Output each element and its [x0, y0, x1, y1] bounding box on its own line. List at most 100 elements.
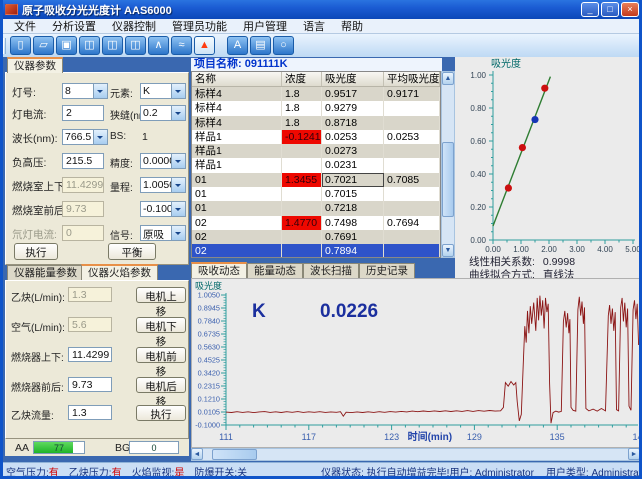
- chevron-down-icon[interactable]: [171, 226, 185, 240]
- svg-text:0.20: 0.20: [470, 203, 486, 212]
- results-table[interactable]: 名称浓度吸光度平均吸光度标样41.80.95170.9171标样41.80.92…: [191, 71, 441, 258]
- lamp-energy-icon: ◫: [107, 39, 117, 51]
- table-row[interactable]: 样品10.0273: [192, 144, 440, 158]
- lamp-current-field[interactable]: 2: [62, 105, 104, 121]
- table-vertical-scrollbar[interactable]: ▲ ▼: [441, 71, 455, 258]
- minimize-icon[interactable]: _: [581, 2, 599, 17]
- toolbar-new-file-button[interactable]: ▯: [10, 36, 31, 55]
- wavelength-combo[interactable]: 766.5: [62, 129, 108, 145]
- table-row[interactable]: 011.34550.70210.7085: [192, 173, 440, 187]
- tab-dynamics-0[interactable]: 吸收动态: [191, 262, 247, 278]
- slit-value: 0.2: [141, 106, 171, 120]
- column-header[interactable]: 名称: [192, 72, 282, 86]
- chevron-down-icon[interactable]: [93, 84, 107, 98]
- table-row[interactable]: 样品1-0.12410.02530.0253: [192, 130, 440, 144]
- chevron-down-icon[interactable]: [171, 202, 185, 216]
- range-combo[interactable]: 1.0050: [140, 177, 186, 193]
- menu-item[interactable]: 分析设置: [44, 18, 104, 34]
- save-icon: ▣: [61, 39, 71, 51]
- chevron-down-icon[interactable]: [171, 84, 185, 98]
- motor-back-button[interactable]: 电机后移: [136, 377, 186, 393]
- zero-offset-combo[interactable]: -0.1000: [140, 201, 186, 217]
- toolbar-printer-button[interactable]: ▤: [250, 36, 271, 55]
- table-row[interactable]: 标样41.80.95170.9171: [192, 87, 440, 101]
- menu-item[interactable]: 文件: [6, 18, 44, 34]
- toolbar-open-file-button[interactable]: ▱: [33, 36, 54, 55]
- scroll-up-icon[interactable]: ▲: [442, 72, 454, 85]
- execute-flame-button[interactable]: 执行: [136, 405, 186, 421]
- close-icon[interactable]: ×: [621, 2, 639, 17]
- signal-mode-value: 原吸: [141, 226, 171, 240]
- execute-button[interactable]: 执行: [14, 243, 58, 260]
- acetylene-flow-field[interactable]: 1.3: [68, 405, 112, 420]
- scroll-left-icon[interactable]: ◄: [191, 448, 203, 460]
- menu-item[interactable]: 语言: [295, 18, 333, 34]
- chevron-down-icon[interactable]: [171, 178, 185, 192]
- chevron-down-icon[interactable]: [171, 154, 185, 168]
- toolbar-lamp-energy-button[interactable]: ◫: [102, 36, 123, 55]
- chevron-down-icon[interactable]: [93, 130, 107, 144]
- svg-text:0.0226: 0.0226: [320, 301, 378, 322]
- tab-instrument-params[interactable]: 仪器参数: [7, 57, 63, 73]
- menu-item[interactable]: 仪器控制: [104, 18, 164, 34]
- menu-item[interactable]: 帮助: [333, 18, 371, 34]
- table-row[interactable]: 021.47700.74980.7694: [192, 216, 440, 230]
- table-row[interactable]: 020.7894: [192, 244, 440, 258]
- svg-text:0.00: 0.00: [485, 245, 501, 253]
- element-combo[interactable]: K: [140, 83, 186, 99]
- table-row[interactable]: 010.7218: [192, 201, 440, 215]
- table-row[interactable]: 标样41.80.8718: [192, 116, 440, 130]
- chevron-down-icon[interactable]: [171, 106, 185, 120]
- acetylene-ro-field: 1.3: [68, 287, 112, 302]
- motor-down-button[interactable]: 电机下移: [136, 317, 186, 333]
- maximize-icon[interactable]: □: [601, 2, 619, 17]
- precision-combo[interactable]: 0.0000: [140, 153, 186, 169]
- dynamics-chart-area: 吸光度1.00500.89450.78400.67350.56300.45250…: [191, 278, 641, 448]
- calibration-chart: 吸光度0.000.200.400.600.801.000.001.002.003…: [455, 57, 642, 253]
- neg-high-voltage-field[interactable]: 215.5: [62, 153, 104, 169]
- tab-dynamics-1[interactable]: 能量动态: [247, 263, 303, 278]
- lamp-number-combo[interactable]: 8: [62, 83, 108, 99]
- toolbar-lamp-setup-button[interactable]: ◫: [79, 36, 100, 55]
- burner-vertical-ro-field: 11.4299: [62, 177, 104, 193]
- calibration-chart-area: 吸光度0.000.200.400.600.801.000.001.002.003…: [455, 57, 642, 278]
- toolbar-wavelength-scan-button[interactable]: ∧: [148, 36, 169, 55]
- chart-horizontal-scrollbar[interactable]: ◄ ►: [191, 448, 641, 461]
- cell-absorbance: 0.7498: [322, 216, 384, 230]
- status-火焰监视: 火焰监视:是: [132, 464, 185, 479]
- user-info: 用户: Administrator: [449, 464, 533, 479]
- toolbar-save-button[interactable]: ▣: [56, 36, 77, 55]
- scrollbar-thumb[interactable]: [212, 449, 257, 460]
- menu-item[interactable]: 管理员功能: [164, 18, 235, 34]
- burner-vertical-field[interactable]: 11.4299: [68, 347, 112, 362]
- toolbar-signal-adjust-button[interactable]: ≈: [171, 36, 192, 55]
- motor-forward-button[interactable]: 电机前移: [136, 347, 186, 363]
- column-header[interactable]: 平均吸光度: [384, 72, 440, 86]
- tab-dynamics-3[interactable]: 历史记录: [359, 263, 415, 278]
- table-row[interactable]: 010.7015: [192, 187, 440, 201]
- toolbar-autosampler-button[interactable]: A: [227, 36, 248, 55]
- column-header[interactable]: 浓度: [282, 72, 322, 86]
- power-icon: ○: [280, 39, 287, 51]
- table-row[interactable]: 020.7691: [192, 230, 440, 244]
- slit-combo[interactable]: 0.2: [140, 105, 186, 121]
- toolbar-power-button[interactable]: ○: [273, 36, 294, 55]
- balance-button[interactable]: 平衡: [108, 243, 156, 260]
- acetylene-flow-label: 乙炔流量:: [11, 407, 54, 422]
- tab-flame-params[interactable]: 仪器火焰参数: [81, 264, 158, 280]
- scroll-right-icon[interactable]: ►: [628, 448, 640, 460]
- burner-horizontal-field[interactable]: 9.73: [68, 377, 112, 392]
- signal-mode-combo[interactable]: 原吸: [140, 225, 186, 241]
- toolbar-flame-button[interactable]: ▲: [194, 36, 215, 55]
- menu-item[interactable]: 用户管理: [235, 18, 295, 34]
- table-row[interactable]: 样品10.0231: [192, 158, 440, 172]
- toolbar-energy-display-button[interactable]: ◫: [125, 36, 146, 55]
- scroll-down-icon[interactable]: ▼: [442, 244, 454, 257]
- table-row[interactable]: 标样41.80.9279: [192, 101, 440, 115]
- scrollbar-thumb[interactable]: [442, 142, 454, 217]
- column-header[interactable]: 吸光度: [322, 72, 384, 86]
- motor-up-button[interactable]: 电机上移: [136, 287, 186, 303]
- tab-energy-params[interactable]: 仪器能量参数: [7, 265, 84, 280]
- aa-label: AA: [15, 442, 29, 454]
- tab-dynamics-2[interactable]: 波长扫描: [303, 263, 359, 278]
